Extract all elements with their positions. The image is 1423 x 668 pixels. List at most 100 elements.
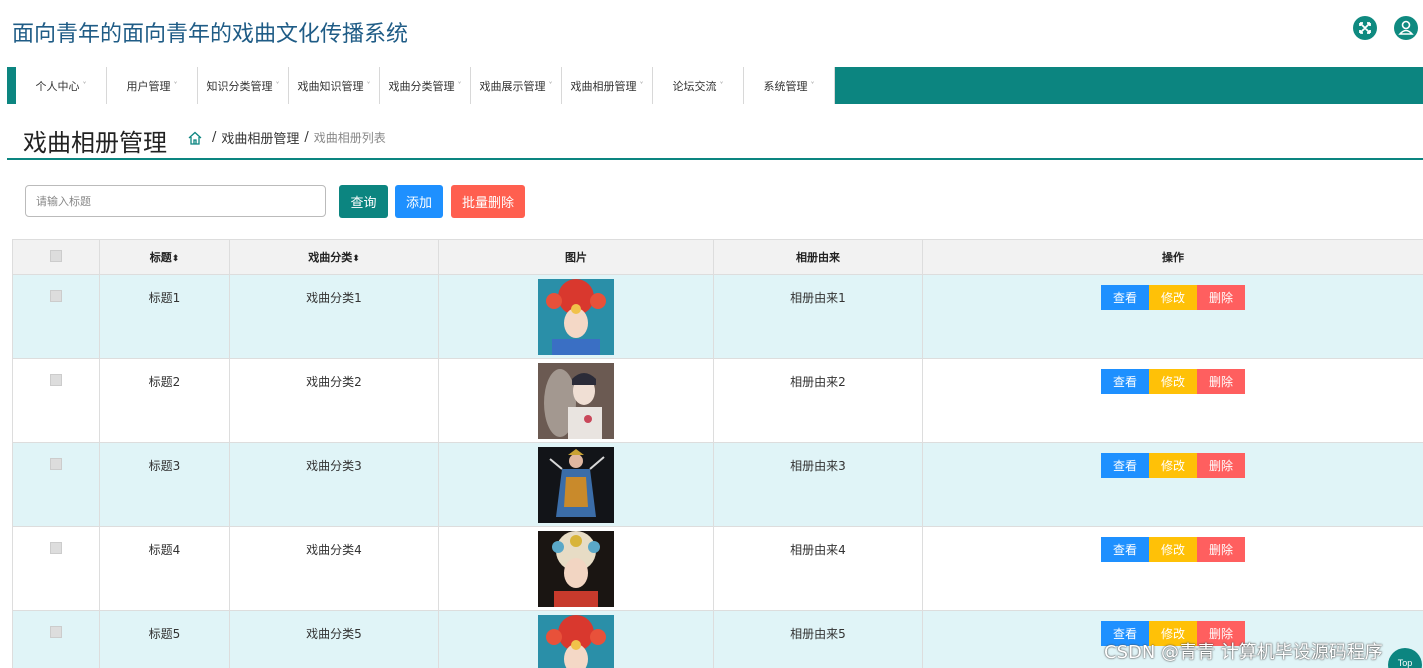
home-icon[interactable] [187,130,203,146]
delete-button[interactable]: 删除 [1197,537,1245,562]
header-select-all [12,239,100,275]
source-cell: 相册由来3 [713,442,923,527]
caret-down-icon: ˅ [82,81,87,90]
app-title: 面向青年的面向青年的戏曲文化传播系统 [12,22,409,47]
caret-down-icon: ˅ [366,81,371,90]
row-select-cell [12,526,100,611]
breadcrumb-parent[interactable]: 戏曲相册管理 [221,128,299,147]
caret-down-icon: ˅ [639,81,644,90]
opera-photo-image [538,363,614,439]
row-select-cell [12,442,100,527]
nav-item-label: 论坛交流 [672,79,717,93]
title-cell: 标题2 [99,358,230,443]
image-cell [438,610,714,668]
nav-item-label: 个人中心 [35,79,80,93]
query-button[interactable]: 查询 [339,185,388,218]
title-cell: 标题5 [99,610,230,668]
delete-button[interactable]: 删除 [1197,285,1245,310]
image-cell [438,442,714,527]
nav-item-label: 戏曲知识管理 [297,79,364,93]
nav-item-label: 戏曲展示管理 [479,79,546,93]
category-cell: 戏曲分类1 [229,274,439,359]
edit-button[interactable]: 修改 [1149,285,1197,310]
category-cell: 戏曲分类5 [229,610,439,668]
breadcrumb: / 戏曲相册管理 / 戏曲相册列表 [187,128,386,147]
nav-item-user-management[interactable]: 用户管理 ˅ [107,67,198,104]
opera-photo-image [538,615,614,668]
row-checkbox[interactable] [50,458,62,470]
header-actions: 操作 [922,239,1423,275]
row-checkbox[interactable] [50,374,62,386]
source-cell: 相册由来5 [713,610,923,668]
edit-button[interactable]: 修改 [1149,453,1197,478]
sort-icon[interactable]: ⬍ [172,254,180,264]
header-category-label: 戏曲分类 [308,251,353,264]
image-cell [438,274,714,359]
nav-item-personal-center[interactable]: 个人中心 ˅ [16,67,107,104]
row-checkbox[interactable] [50,290,62,302]
header-source: 相册由来 [713,239,923,275]
nav-item-label: 戏曲相册管理 [570,79,637,93]
title-cell: 标题1 [99,274,230,359]
delete-button[interactable]: 删除 [1197,369,1245,394]
caret-down-icon: ˅ [548,81,553,90]
table-row: 标题2 戏曲分类2 相册由来2 查看 修改 删除 [12,358,1423,443]
header-title[interactable]: 标题⬍ [99,239,230,275]
row-actions: 查看 修改 删除 [1101,285,1245,310]
actions-cell: 查看 修改 删除 [922,442,1423,527]
view-button[interactable]: 查看 [1101,285,1149,310]
batch-delete-button[interactable]: 批量删除 [451,185,525,218]
row-checkbox[interactable] [50,542,62,554]
image-cell [438,526,714,611]
sort-icon[interactable]: ⬍ [352,254,360,264]
top-bar: 面向青年的面向青年的戏曲文化传播系统 [0,0,1423,62]
caret-down-icon: ˅ [719,81,724,90]
page-header: 戏曲相册管理 / 戏曲相册管理 / 戏曲相册列表 [7,114,1423,160]
view-button[interactable]: 查看 [1101,537,1149,562]
nav-item-opera-album[interactable]: 戏曲相册管理 ˅ [562,67,653,104]
view-button[interactable]: 查看 [1101,453,1149,478]
caret-down-icon: ˅ [457,81,462,90]
opera-photo-image [538,279,614,355]
row-actions: 查看 修改 删除 [1101,369,1245,394]
source-cell: 相册由来1 [713,274,923,359]
nav-item-system-management[interactable]: 系统管理 ˅ [744,67,835,104]
title-cell: 标题4 [99,526,230,611]
title-cell: 标题3 [99,442,230,527]
row-select-cell [12,358,100,443]
nav-item-forum[interactable]: 论坛交流 ˅ [653,67,744,104]
add-button[interactable]: 添加 [395,185,443,218]
delete-button[interactable]: 删除 [1197,453,1245,478]
user-icon[interactable] [1394,16,1418,40]
page-title: 戏曲相册管理 [23,129,167,157]
caret-down-icon: ˅ [173,81,178,90]
row-select-cell [12,610,100,668]
opera-photo-image [538,447,614,523]
nav-item-opera-knowledge[interactable]: 戏曲知识管理 ˅ [289,67,380,104]
row-actions: 查看 修改 删除 [1101,537,1245,562]
fullscreen-icon[interactable] [1353,16,1377,40]
row-checkbox[interactable] [50,626,62,638]
edit-button[interactable]: 修改 [1149,369,1197,394]
category-cell: 戏曲分类2 [229,358,439,443]
nav-item-opera-display[interactable]: 戏曲展示管理 ˅ [471,67,562,104]
nav-item-opera-category[interactable]: 戏曲分类管理 ˅ [380,67,471,104]
nav-item-label: 戏曲分类管理 [388,79,455,93]
row-select-cell [12,274,100,359]
table-header-row: 标题⬍ 戏曲分类⬍ 图片 相册由来 操作 [12,239,1423,275]
search-input[interactable] [25,185,326,217]
source-cell: 相册由来4 [713,526,923,611]
nav-item-knowledge-category[interactable]: 知识分类管理 ˅ [198,67,289,104]
nav-menu: 个人中心 ˅ 用户管理 ˅ 知识分类管理 ˅ 戏曲知识管理 ˅ 戏曲分类管理 ˅ 戏曲展示… [16,67,835,104]
view-button[interactable]: 查看 [1101,369,1149,394]
source-cell: 相册由来2 [713,358,923,443]
album-table-wrapper: 标题⬍ 戏曲分类⬍ 图片 相册由来 操作 标题1 戏曲分类1 相册由来1 查看 … [12,239,1423,668]
select-all-checkbox[interactable] [50,249,62,262]
header-category[interactable]: 戏曲分类⬍ [229,239,439,275]
table-row: 标题3 戏曲分类3 相册由来3 查看 修改 删除 [12,442,1423,527]
breadcrumb-separator: / [304,130,309,145]
actions-cell: 查看 修改 删除 [922,358,1423,443]
edit-button[interactable]: 修改 [1149,537,1197,562]
opera-photo-image [538,531,614,607]
nav-item-label: 用户管理 [126,79,171,93]
